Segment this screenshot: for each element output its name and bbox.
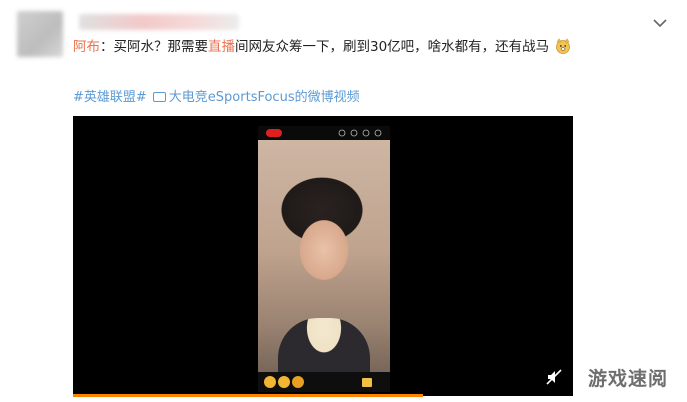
post-text: 阿布：买阿水？那需要直播间网友众筹一下，刷到30亿吧，啥水都有，还有战马 (73, 37, 653, 57)
stream-controls-icon (338, 129, 382, 137)
post-text-part2: 间网友众筹一下，刷到30亿吧，啥水都有，还有战马 (235, 39, 550, 55)
weibo-post-card: 阿布：买阿水？那需要直播间网友众筹一下，刷到30亿吧，啥水都有，还有战马 #英雄… (0, 0, 687, 402)
post-text-part1: ：买阿水？那需要 (100, 39, 208, 55)
video-source-link[interactable]: 大电竞eSportsFocus的微博视频 (169, 90, 360, 105)
chevron-down-icon[interactable] (650, 15, 670, 31)
gift-badge-icon (264, 376, 276, 388)
gift-badge-icon (278, 376, 290, 388)
streamer-webcam-frame (258, 140, 390, 388)
topic-line: #英雄联盟# 大电竞eSportsFocus的微博视频 (73, 89, 360, 107)
video-progress-bar[interactable] (73, 394, 423, 397)
site-watermark: 游戏速阅 (588, 368, 669, 390)
doge-emoji-icon (555, 38, 571, 54)
author-avatar-blurred[interactable] (17, 11, 63, 57)
video-frame-phone-screen (258, 126, 390, 392)
video-source-icon (152, 92, 166, 102)
live-link[interactable]: 直播 (208, 39, 235, 55)
mute-speaker-icon[interactable] (545, 368, 563, 386)
live-indicator-icon (266, 129, 282, 137)
phone-status-bar (258, 126, 390, 140)
author-mention-link[interactable]: 阿布 (73, 39, 100, 55)
author-name-blurred[interactable] (79, 14, 239, 30)
hashtag-link[interactable]: #英雄联盟# (73, 90, 147, 105)
gift-badge-icon (292, 376, 304, 388)
gift-box-icon (362, 378, 372, 387)
